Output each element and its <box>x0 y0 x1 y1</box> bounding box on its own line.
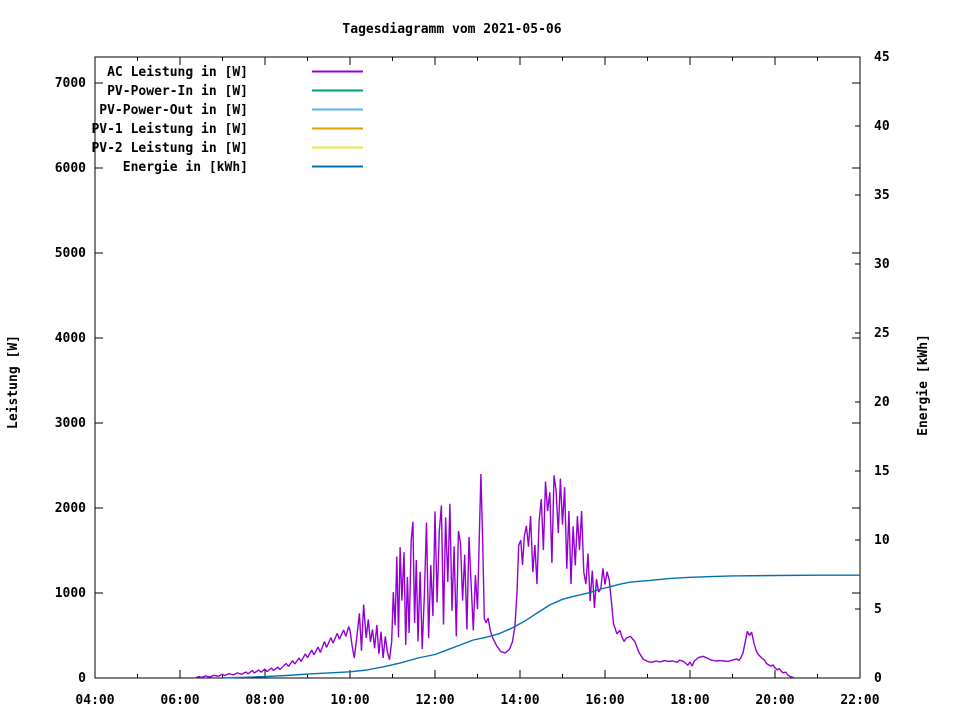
chart-title: Tagesdiagramm vom 2021-05-06 <box>342 22 561 37</box>
x-axis-tick-label: 14:00 <box>500 693 539 708</box>
tagesdiagramm-chart: Tagesdiagramm vom 2021-05-06 04:00 06:00 08… <box>0 0 960 720</box>
x-axis-tick-label: 08:00 <box>245 693 284 708</box>
plot-canvas: Tagesdiagramm vom 2021-05-06 04:00 06:00 08… <box>0 0 960 720</box>
legend-label: PV-2 Leistung in [W] <box>91 141 248 156</box>
legend-label: PV-Power-Out in [W] <box>99 103 248 118</box>
x-axis-tick-label: 20:00 <box>755 693 794 708</box>
y2-axis-tick-label: 25 <box>874 326 890 341</box>
y2-axis-tick-label: 20 <box>874 395 890 410</box>
y2-axis-tick-label: 5 <box>874 602 882 617</box>
x-axis-tick-label: 04:00 <box>75 693 114 708</box>
x-axis-tick-label: 12:00 <box>415 693 454 708</box>
x-axis-tick-label: 22:00 <box>840 693 879 708</box>
y2-axis-tick-label: 30 <box>874 257 890 272</box>
legend-label: AC Leistung in [W] <box>107 65 248 80</box>
legend-label: PV-Power-In in [W] <box>107 84 248 99</box>
y-axis-title: Leistung [W] <box>6 335 21 429</box>
x-axis-tick-label: 16:00 <box>585 693 624 708</box>
y2-axis-tick-label: 0 <box>874 671 882 686</box>
y-axis-tick-label: 7000 <box>55 76 86 91</box>
x-axis-tick-label: 10:00 <box>330 693 369 708</box>
y-axis-tick-label: 5000 <box>55 246 86 261</box>
y2-axis-tick-label: 15 <box>874 464 890 479</box>
x-axis-tick-label: 18:00 <box>670 693 709 708</box>
series-line-ac-leistung-in-w <box>195 474 794 678</box>
y-axis-tick-label: 4000 <box>55 331 86 346</box>
y-axis-tick-label: 3000 <box>55 416 86 431</box>
y2-axis-tick-label: 35 <box>874 188 890 203</box>
series-line-energie-in-kwh <box>223 575 861 678</box>
legend: AC Leistung in [W] PV-Power-In in [W] PV-P… <box>91 65 363 175</box>
legend-label: PV-1 Leistung in [W] <box>91 122 248 137</box>
y-axis-tick-label: 1000 <box>55 586 86 601</box>
y2-axis-title: Energie [kWh] <box>916 334 931 436</box>
y-axis-tick-label: 0 <box>78 671 86 686</box>
y2-axis-tick-label: 45 <box>874 50 890 65</box>
y2-axis-tick-label: 10 <box>874 533 890 548</box>
y-axis-tick-label: 2000 <box>55 501 86 516</box>
legend-label: Energie in [kWh] <box>123 160 248 175</box>
y2-axis-tick-label: 40 <box>874 119 890 134</box>
y-axis-tick-label: 6000 <box>55 161 86 176</box>
x-axis-tick-label: 06:00 <box>160 693 199 708</box>
